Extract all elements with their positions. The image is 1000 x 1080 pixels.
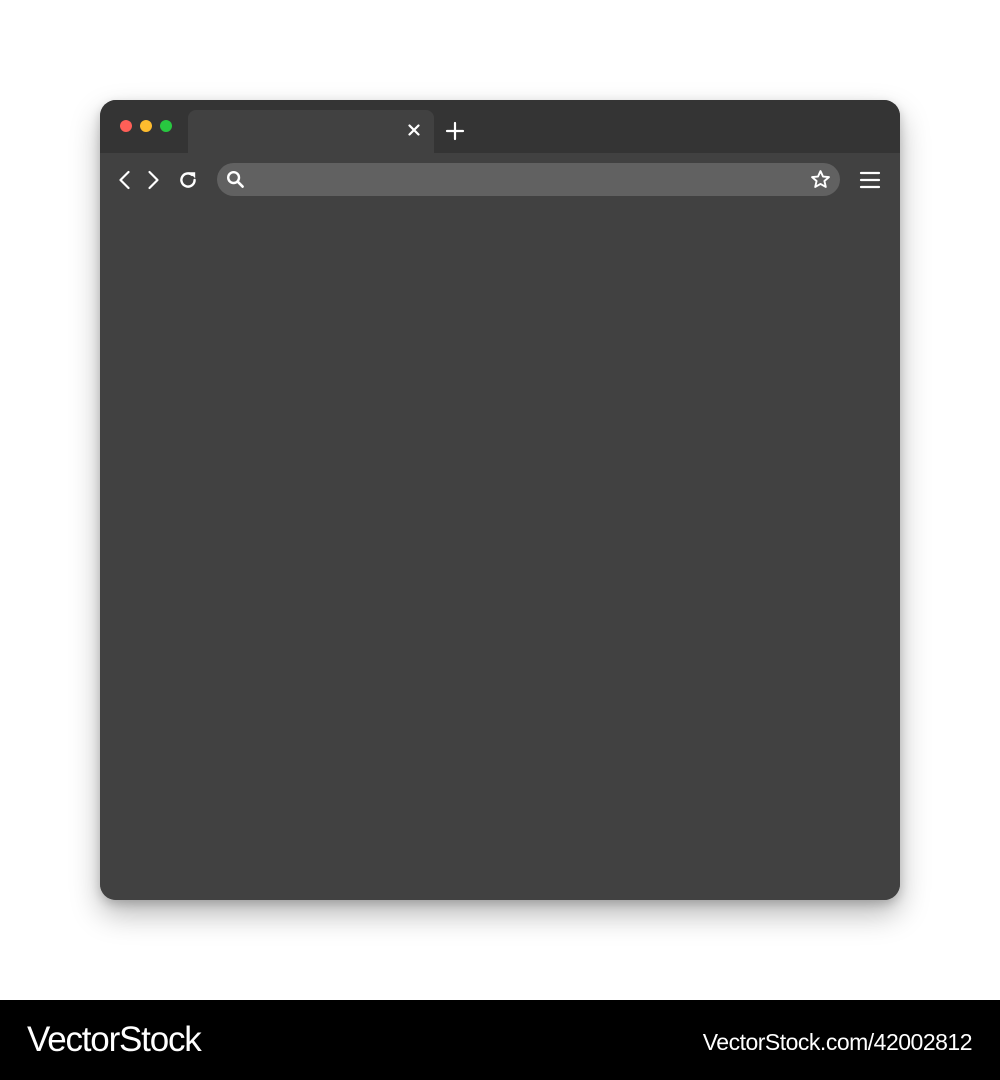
window-close-button[interactable]: [120, 120, 132, 132]
page-content-area[interactable]: [100, 207, 900, 900]
browser-window: [100, 100, 900, 900]
chevron-left-icon[interactable]: [114, 169, 136, 191]
canvas: [0, 0, 1000, 1000]
star-icon[interactable]: [809, 168, 832, 191]
watermark-bar: VectorStock VectorStock.com/42002812: [0, 1000, 1000, 1080]
tab-bar: [100, 100, 900, 153]
search-icon: [225, 169, 246, 190]
window-maximize-button[interactable]: [160, 120, 172, 132]
browser-tab[interactable]: [188, 110, 434, 153]
plus-icon[interactable]: [444, 120, 466, 142]
hamburger-menu-icon[interactable]: [857, 168, 883, 192]
reload-icon[interactable]: [177, 169, 199, 191]
address-bar[interactable]: [217, 163, 840, 196]
toolbar: [100, 153, 900, 207]
url-input[interactable]: [253, 163, 801, 196]
close-icon[interactable]: [406, 122, 422, 138]
chevron-right-icon[interactable]: [142, 169, 164, 191]
window-minimize-button[interactable]: [140, 120, 152, 132]
watermark-image-ref: VectorStock.com/42002812: [702, 1029, 973, 1055]
watermark-brand: VectorStock: [27, 1020, 202, 1059]
